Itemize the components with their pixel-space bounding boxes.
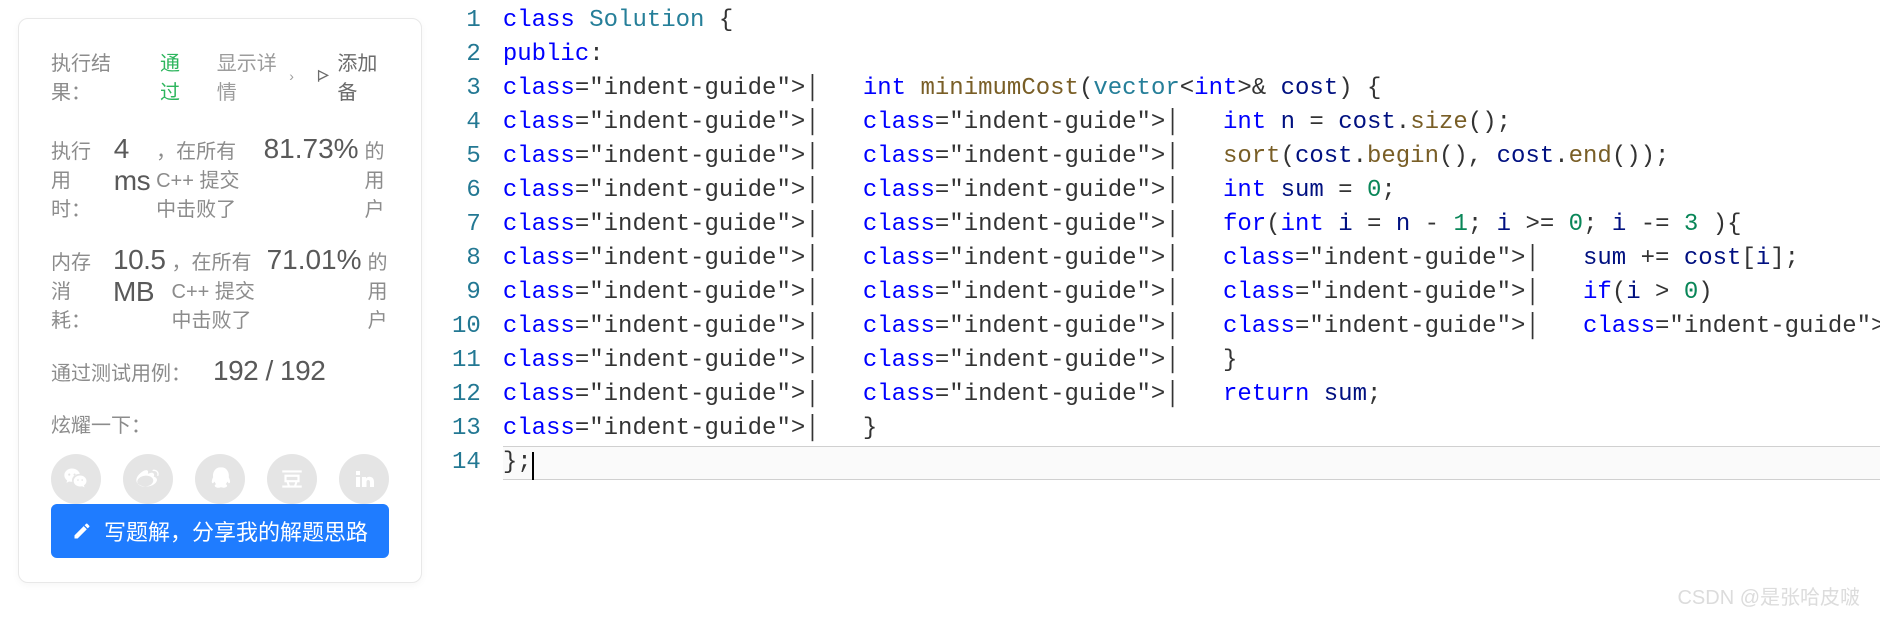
- code-editor[interactable]: 1234567891011121314 class Solution {publ…: [422, 4, 1880, 480]
- line-number: 7: [452, 208, 481, 242]
- code-line[interactable]: class="indent-guide">│ class="indent-gui…: [503, 378, 1880, 412]
- code-line[interactable]: class="indent-guide">│ class="indent-gui…: [503, 344, 1880, 378]
- line-number: 4: [452, 106, 481, 140]
- line-number: 9: [452, 276, 481, 310]
- runtime-text2: 的用户: [365, 135, 389, 222]
- line-number: 10: [452, 310, 481, 344]
- testcase-value: 192 / 192: [213, 355, 325, 387]
- show-detail-text: 显示详情: [217, 47, 285, 105]
- line-number: 2: [452, 38, 481, 72]
- showoff-label: 炫耀一下：: [51, 409, 389, 438]
- runtime-percent: 81.73%: [264, 133, 359, 165]
- text-cursor: [532, 452, 534, 480]
- add-note-link[interactable]: 添加备: [316, 47, 389, 105]
- write-solution-button[interactable]: 写题解，分享我的解题思路: [51, 504, 389, 558]
- douban-icon[interactable]: [267, 454, 317, 504]
- line-number: 12: [452, 378, 481, 412]
- code-line[interactable]: public:: [503, 38, 1880, 72]
- line-number: 3: [452, 72, 481, 106]
- pass-badge: 通过: [160, 47, 195, 105]
- testcase-label: 通过测试用例：: [51, 357, 191, 386]
- watermark: CSDN @是张哈皮啵: [1677, 581, 1860, 610]
- line-number: 1: [452, 4, 481, 38]
- code-line[interactable]: class Solution {: [503, 4, 1880, 38]
- show-detail-link[interactable]: 显示详情 ›: [217, 47, 294, 105]
- code-line[interactable]: class="indent-guide">│ class="indent-gui…: [503, 174, 1880, 208]
- line-number: 14: [452, 446, 481, 480]
- result-label: 执行结果：: [51, 47, 138, 105]
- code-line[interactable]: class="indent-guide">│ int minimumCost(v…: [503, 72, 1880, 106]
- results-card: 执行结果： 通过 显示详情 › 添加备 执行用时： 4 ms ，在所有 C++ …: [18, 18, 422, 583]
- code-line[interactable]: class="indent-guide">│ class="indent-gui…: [503, 106, 1880, 140]
- line-number: 5: [452, 140, 481, 174]
- runtime-label: 执行用时：: [51, 135, 92, 222]
- button-label: 写题解，分享我的解题思路: [104, 515, 368, 547]
- line-number: 6: [452, 174, 481, 208]
- code-lines[interactable]: class Solution {public:class="indent-gui…: [503, 4, 1880, 480]
- code-line[interactable]: class="indent-guide">│ class="indent-gui…: [503, 242, 1880, 276]
- memory-value: 10.5 MB: [113, 244, 166, 308]
- runtime-row: 执行用时： 4 ms ，在所有 C++ 提交中击败了 81.73% 的用户: [51, 133, 389, 222]
- memory-label: 内存消耗：: [51, 246, 91, 333]
- results-panel: 执行结果： 通过 显示详情 › 添加备 执行用时： 4 ms ，在所有 C++ …: [0, 0, 422, 618]
- qq-icon[interactable]: [195, 454, 245, 504]
- code-line[interactable]: class="indent-guide">│ class="indent-gui…: [503, 208, 1880, 242]
- line-number: 13: [452, 412, 481, 446]
- result-header-row: 执行结果： 通过 显示详情 › 添加备: [51, 47, 389, 105]
- memory-text2: 的用户: [368, 246, 389, 333]
- flag-icon: [316, 67, 331, 85]
- linkedin-icon[interactable]: [339, 454, 389, 504]
- code-editor-panel: 1234567891011121314 class Solution {publ…: [422, 0, 1880, 618]
- line-number: 11: [452, 344, 481, 378]
- memory-text1: ，在所有 C++ 提交中击败了: [172, 246, 261, 333]
- code-line[interactable]: class="indent-guide">│ class="indent-gui…: [503, 310, 1880, 344]
- pencil-icon: [72, 521, 92, 541]
- share-icons-row: [51, 454, 389, 504]
- runtime-text1: ，在所有 C++ 提交中击败了: [156, 135, 257, 222]
- code-line[interactable]: class="indent-guide">│ }: [503, 412, 1880, 446]
- add-note-text: 添加备: [337, 47, 389, 105]
- weibo-icon[interactable]: [123, 454, 173, 504]
- code-line[interactable]: class="indent-guide">│ class="indent-gui…: [503, 140, 1880, 174]
- code-line[interactable]: class="indent-guide">│ class="indent-gui…: [503, 276, 1880, 310]
- memory-row: 内存消耗： 10.5 MB ，在所有 C++ 提交中击败了 71.01% 的用户: [51, 244, 389, 333]
- memory-percent: 71.01%: [267, 244, 362, 276]
- wechat-icon[interactable]: [51, 454, 101, 504]
- chevron-right-icon: ›: [289, 68, 294, 84]
- runtime-value: 4 ms: [114, 133, 150, 197]
- testcase-row: 通过测试用例： 192 / 192: [51, 355, 389, 387]
- line-number: 8: [452, 242, 481, 276]
- code-line[interactable]: };: [503, 446, 1880, 480]
- line-gutter: 1234567891011121314: [422, 4, 503, 480]
